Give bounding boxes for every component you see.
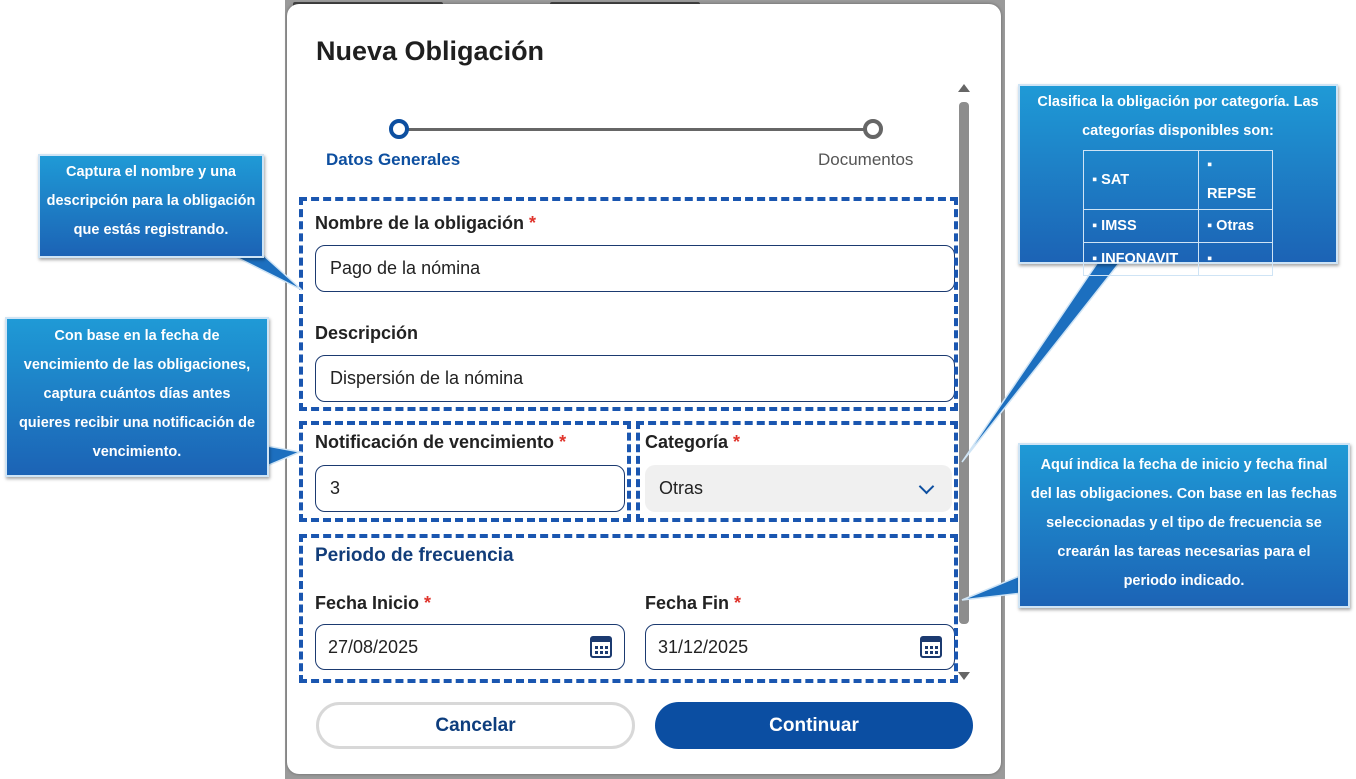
category-row: ▪ IMSS ▪ Otras <box>1083 209 1273 243</box>
category-item: ▪ IMSS <box>1083 209 1199 243</box>
callout-name-description: Captura el nombre y una descripción para… <box>38 154 264 258</box>
callout-line: del las obligaciones. Con base en las fe… <box>1030 486 1338 502</box>
callout-line: Clasifica la obligación por categoría. L… <box>1037 94 1319 110</box>
callout-line: vencimiento. <box>92 444 182 460</box>
callout-line: seleccionadas y el tipo de frecuencia se <box>1046 515 1322 531</box>
callout-line: captura cuántos días antes <box>43 386 231 402</box>
callout-line: Captura el nombre y una <box>65 164 236 180</box>
dialog-title: Nueva Obligación <box>316 36 545 66</box>
highlight-notification <box>299 421 631 522</box>
callout-line: descripción para la obligación <box>46 193 256 209</box>
cancel-button[interactable]: Cancelar <box>316 702 635 749</box>
category-item: ▪ <box>1198 242 1273 276</box>
callout-notification: Con base en la fecha de vencimiento de l… <box>5 317 269 477</box>
step-documents-indicator[interactable] <box>863 119 883 139</box>
callout-category: Clasifica la obligación por categoría. L… <box>1018 84 1338 276</box>
step-general-label[interactable]: Datos Generales <box>326 150 460 170</box>
callout-line: categorías disponibles son: <box>1082 123 1274 139</box>
callout-line: crearán las tareas necesarias para el <box>1057 544 1311 560</box>
step-general-indicator[interactable] <box>389 119 409 139</box>
highlight-category <box>636 421 958 522</box>
callout-line: quieres recibir una notificación de <box>18 415 256 431</box>
continue-button[interactable]: Continuar <box>655 702 973 749</box>
callout-dates: Aquí indica la fecha de inicio y fecha f… <box>1018 443 1350 608</box>
step-documents-label[interactable]: Documentos <box>818 150 913 170</box>
category-item: ▪ SAT <box>1083 150 1199 210</box>
callout-line: Aquí indica la fecha de inicio y fecha f… <box>1040 457 1328 473</box>
category-item: ▪ Otras <box>1198 209 1273 243</box>
callout-line: Con base en la fecha de <box>54 328 220 344</box>
scroll-thumb[interactable] <box>959 102 969 624</box>
category-list-table: ▪ SAT ▪ REPSE ▪ IMSS ▪ Otras ▪ INFONAVIT… <box>1083 150 1273 276</box>
category-item: ▪ REPSE <box>1198 150 1273 210</box>
category-row: ▪ INFONAVIT ▪ <box>1083 242 1273 276</box>
highlight-name-description <box>299 197 958 411</box>
category-item: ▪ INFONAVIT <box>1083 242 1199 276</box>
form-scrollbar[interactable] <box>958 84 970 684</box>
callout-line: vencimiento de las obligaciones, <box>23 357 251 373</box>
scroll-down-arrow-icon[interactable] <box>958 672 970 680</box>
highlight-dates <box>299 534 958 683</box>
category-row: ▪ SAT ▪ REPSE <box>1083 150 1273 210</box>
stepper-line <box>402 128 872 131</box>
callout-line: que estás registrando. <box>73 222 229 238</box>
callout-line: periodo indicado. <box>1123 573 1245 589</box>
scroll-up-arrow-icon[interactable] <box>958 84 970 92</box>
